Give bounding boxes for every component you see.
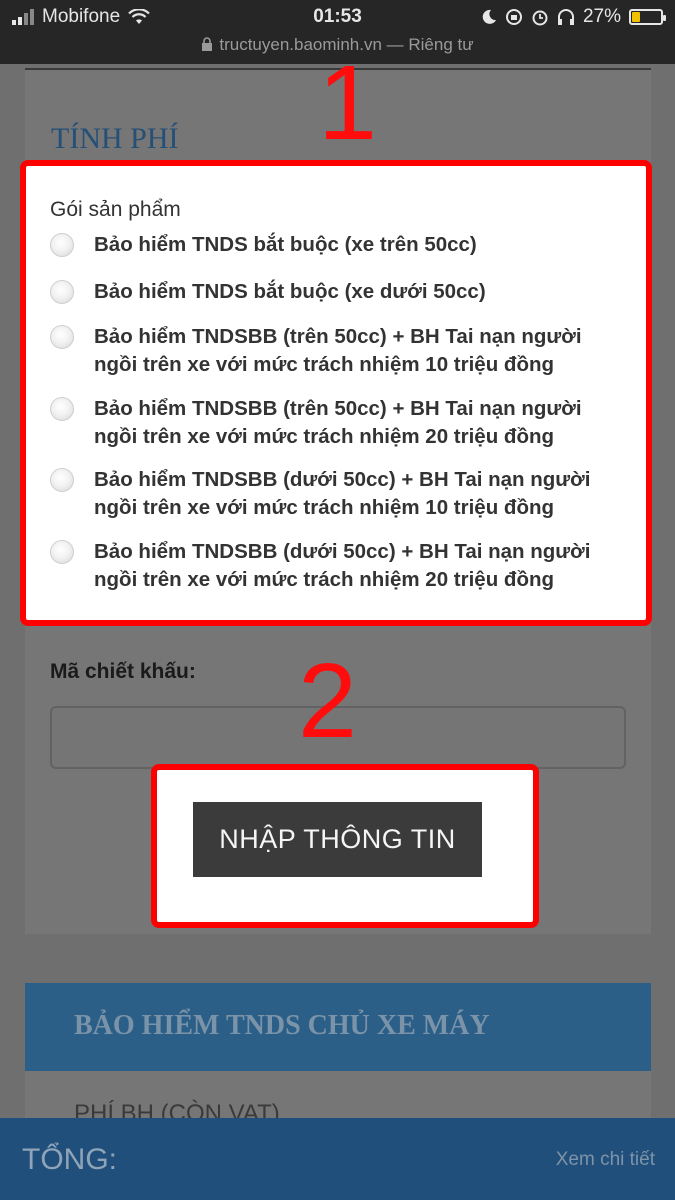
summary-title: BẢO HIỂM TNDS CHỦ XE MÁY [74, 1010, 490, 1041]
product-option-label: Bảo hiểm TNDSBB (trên 50cc) + BH Tai nạn… [94, 397, 582, 448]
product-option-label: Bảo hiểm TNDS bắt buộc (xe trên 50cc) [94, 233, 477, 256]
radio-button[interactable] [50, 325, 74, 349]
url-separator: — [381, 35, 409, 54]
radio-button[interactable] [50, 233, 74, 257]
radio-button[interactable] [50, 397, 74, 421]
radio-button[interactable] [50, 280, 74, 304]
annotation-step-2: 2 [298, 642, 357, 760]
battery-percent: 27% [582, 6, 621, 27]
product-option-label: Bảo hiểm TNDS bắt buộc (xe dưới 50cc) [94, 280, 486, 303]
radio-button[interactable] [50, 468, 74, 492]
view-details-link[interactable]: Xem chi tiết [556, 1149, 655, 1171]
alarm-icon [532, 10, 548, 26]
lock-icon [202, 37, 213, 51]
battery-icon [629, 9, 666, 25]
product-group-label: Gói sản phẩm [50, 198, 181, 221]
url-privacy: Riêng tư [408, 35, 474, 54]
discount-label: Mã chiết khấu: [50, 660, 196, 683]
radio-button[interactable] [50, 540, 74, 564]
moon-icon [482, 9, 496, 24]
status-right: 27% [481, 6, 666, 28]
enter-info-button[interactable]: NHẬP THÔNG TIN [193, 802, 482, 877]
product-option-label: Bảo hiểm TNDSBB (dưới 50cc) + BH Tai nạn… [94, 468, 591, 519]
product-option-label: Bảo hiểm TNDSBB (dưới 50cc) + BH Tai nạn… [94, 540, 591, 591]
battery-fill [632, 12, 640, 22]
rotation-lock-icon [505, 9, 522, 25]
headphones-icon [557, 9, 574, 25]
annotation-step-1: 1 [318, 44, 377, 162]
section-title: TÍNH PHÍ [51, 122, 179, 155]
status-bar: Mobifone 01:53 27% [0, 0, 675, 34]
product-option-label: Bảo hiểm TNDSBB (trên 50cc) + BH Tai nạn… [94, 325, 582, 376]
total-label: TỔNG: [22, 1143, 117, 1176]
